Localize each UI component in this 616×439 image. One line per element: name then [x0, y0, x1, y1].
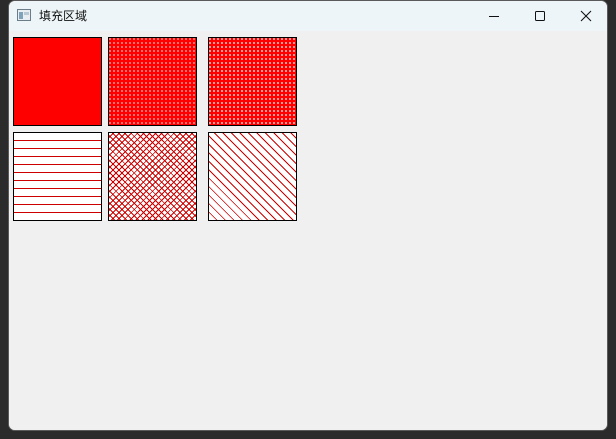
- dot-fill-swatch: [208, 37, 297, 126]
- cross-hatch-fill-swatch: [108, 132, 197, 221]
- diagonal-hatch-fill-swatch: [208, 132, 297, 221]
- horizontal-hatch-fill-swatch: [13, 132, 102, 221]
- title-bar[interactable]: 填充区域: [9, 1, 607, 31]
- maximize-button[interactable]: [517, 1, 563, 31]
- minimize-button[interactable]: [471, 1, 517, 31]
- close-button[interactable]: [563, 1, 607, 31]
- close-icon: [580, 10, 592, 22]
- window-title: 填充区域: [39, 9, 88, 23]
- fine-dot-fill-swatch: [108, 37, 197, 126]
- maximize-icon: [535, 11, 545, 21]
- minimize-icon: [489, 16, 499, 17]
- app-icon: [17, 9, 31, 21]
- solid-fill-swatch: [13, 37, 102, 126]
- app-window: 填充区域: [8, 0, 608, 431]
- client-area: [9, 31, 607, 430]
